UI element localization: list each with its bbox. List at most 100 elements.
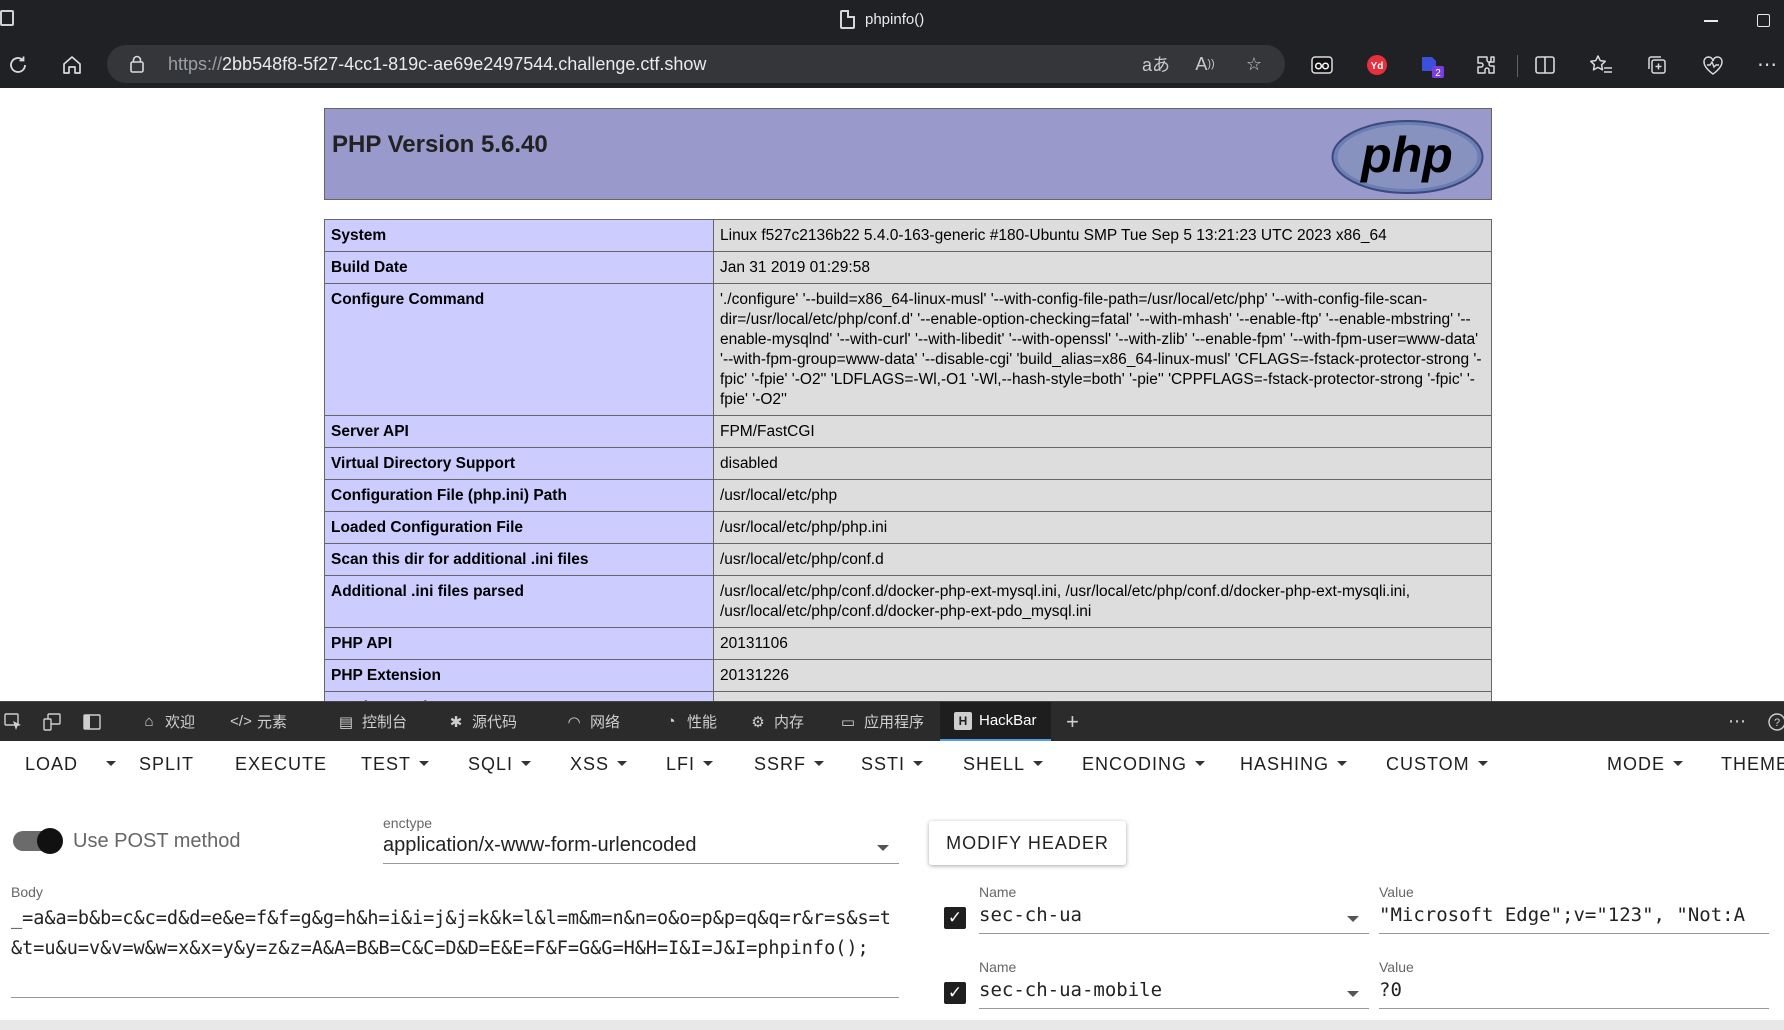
info-row: Zend Extension220131226 <box>324 691 1492 701</box>
chevron-down-icon <box>1195 760 1206 766</box>
svg-text:php: php <box>1359 127 1453 183</box>
mode-menu[interactable]: MODE <box>1607 754 1683 780</box>
enctype-value: application/x-www-form-urlencoded <box>383 834 697 856</box>
devtools-tab-label: 性能 <box>687 714 718 731</box>
devtools-tab-strip: ⌂ 欢迎 </> 元素 ▤ 控制台 ✱ 源代码 ◠ 网络 ◔ 性能 ⚙ 内存 ▭ 应用程序 H HackBar +… <box>0 701 1784 741</box>
info-value: 20131226 <box>713 659 1492 692</box>
shell-menu[interactable]: SHELL <box>963 754 1044 780</box>
devtools-tab[interactable]: ✱ 源代码 <box>447 702 517 741</box>
extension-puzzle-badge-icon[interactable]: 2 <box>1416 49 1448 81</box>
more-menu-icon[interactable]: ⋯ <box>1751 49 1783 81</box>
bottom-strip <box>0 1020 1784 1030</box>
info-value: 20131106 <box>713 627 1492 660</box>
header-value-input[interactable]: "Microsoft Edge";v="123", "Not:A <box>1379 904 1769 934</box>
enctype-select[interactable]: application/x-www-form-urlencoded <box>383 834 899 864</box>
browser-essentials-icon[interactable] <box>1697 49 1729 81</box>
header-value-label: Value <box>1379 884 1414 900</box>
load-button[interactable]: LOAD <box>25 754 78 780</box>
page-content: PHP Version 5.6.40 php System Linux f527c… <box>0 88 1784 701</box>
sqli-menu[interactable]: SQLI <box>468 754 532 780</box>
split-button[interactable]: SPLIT <box>139 754 194 780</box>
execute-button[interactable]: EXECUTE <box>235 754 327 780</box>
ssti-menu[interactable]: SSTI <box>861 754 924 780</box>
header-name-select[interactable]: sec-ch-ua-mobile <box>979 979 1369 1009</box>
hashing-menu[interactable]: HASHING <box>1240 754 1348 780</box>
extension-yd-icon[interactable]: Yd <box>1361 49 1393 81</box>
add-tab-icon[interactable]: + <box>1066 702 1079 741</box>
theme-menu[interactable]: THEME <box>1721 754 1784 780</box>
chevron-down-icon <box>106 760 116 766</box>
modify-header-button[interactable]: MODIFY HEADER <box>929 821 1126 865</box>
header-value-input[interactable]: ?0 <box>1379 979 1769 1009</box>
extension-glasses-icon[interactable] <box>1306 49 1338 81</box>
inspect-element-icon[interactable] <box>3 702 23 741</box>
devtools-tab[interactable]: </> 元素 <box>230 702 288 741</box>
body-textarea[interactable]: _=a&a=b&b=c&c=d&d=e&e=f&f=g&g=h&h=i&i=j&… <box>11 904 899 998</box>
info-key: Scan this dir for additional .ini files <box>324 543 714 576</box>
test-menu[interactable]: TEST <box>361 754 430 780</box>
devtools-tab[interactable]: ◠ 网络 <box>565 702 620 741</box>
devtools-tab-label: 元素 <box>257 714 288 731</box>
info-row: Server API FPM/FastCGI <box>324 415 1492 448</box>
header-checkbox[interactable]: ✓ <box>944 907 966 929</box>
devtools-tab[interactable]: ⌂ 欢迎 <box>140 702 195 741</box>
header-name-label: Name <box>979 959 1017 975</box>
info-value: /usr/local/etc/php <box>713 479 1492 512</box>
extensions-icon[interactable] <box>1470 49 1502 81</box>
favorite-star-icon[interactable]: ☆ <box>1240 50 1268 78</box>
hackbar-menu: LOAD SPLIT EXECUTE TEST SQLI XSS LFI SSR… <box>0 741 1784 791</box>
ssrf-menu[interactable]: SSRF <box>754 754 825 780</box>
header-name-select[interactable]: sec-ch-ua <box>979 904 1369 934</box>
info-value: /usr/local/etc/php/conf.d <box>713 543 1492 576</box>
help-icon[interactable]: ? <box>1768 702 1784 741</box>
php-info-table: System Linux f527c2136b22 5.4.0-163-gener… <box>324 219 1492 701</box>
info-row: Configuration File (php.ini) Path/usr/lo… <box>324 479 1492 512</box>
chevron-down-icon <box>521 760 532 766</box>
hackbar-icon: H <box>954 711 972 730</box>
home-icon[interactable] <box>56 49 88 81</box>
load-dropdown[interactable] <box>98 754 116 780</box>
encoding-menu[interactable]: ENCODING <box>1082 754 1206 780</box>
translate-icon[interactable]: aあ <box>1142 50 1170 78</box>
post-method-label: Use POST method <box>73 830 241 852</box>
info-key: Additional .ini files parsed <box>324 575 714 628</box>
devtools-tab[interactable]: ▭ 应用程序 <box>839 702 924 741</box>
read-aloud-icon[interactable]: A)) <box>1191 50 1219 78</box>
header-name-label: Name <box>979 884 1017 900</box>
info-key: Loaded Configuration File <box>324 511 714 544</box>
post-method-toggle[interactable] <box>13 828 63 854</box>
devtools-more-icon[interactable]: ⋯ <box>1728 702 1746 741</box>
custom-menu[interactable]: CUSTOM <box>1386 754 1488 780</box>
devtools-tab[interactable]: ⚙ 内存 <box>749 702 804 741</box>
dock-panel-icon[interactable] <box>83 702 101 741</box>
header-value-label: Value <box>1379 959 1414 975</box>
info-value: /usr/local/etc/php/php.ini <box>713 511 1492 544</box>
devtools-tab-label: 控制台 <box>362 714 408 731</box>
xss-menu[interactable]: XSS <box>570 754 628 780</box>
device-emulation-icon[interactable] <box>42 702 62 741</box>
favorites-icon[interactable] <box>1585 49 1617 81</box>
url-text[interactable]: https://2bb548f8-5f27-4cc1-819c-ae69e249… <box>168 54 706 75</box>
split-screen-icon[interactable] <box>1529 49 1561 81</box>
lfi-menu[interactable]: LFI <box>666 754 714 780</box>
lock-icon[interactable] <box>129 55 145 73</box>
address-bar[interactable]: https://2bb548f8-5f27-4cc1-819c-ae69e249… <box>107 45 1285 83</box>
refresh-icon[interactable] <box>2 49 34 81</box>
collections-icon[interactable] <box>1641 49 1673 81</box>
minimize-button[interactable] <box>1696 12 1726 30</box>
info-row: Build Date Jan 31 2019 01:29:58 <box>324 251 1492 284</box>
header-checkbox[interactable]: ✓ <box>944 982 966 1004</box>
php-version-header: PHP Version 5.6.40 php <box>324 108 1492 200</box>
php-logo: php <box>1331 120 1484 194</box>
tab-actions-icon[interactable] <box>0 10 14 26</box>
devtools-tab[interactable]: ▤ 控制台 <box>337 702 407 741</box>
maximize-button[interactable] <box>1752 12 1776 30</box>
window-title-text: phpinfo() <box>865 11 925 28</box>
home-icon: ⌂ <box>144 713 154 730</box>
devtools-tab[interactable]: ◔ 性能 <box>662 702 717 741</box>
devtools-tab-label: 网络 <box>590 714 621 731</box>
php-version-title: PHP Version 5.6.40 <box>332 131 548 158</box>
toggle-knob <box>37 828 63 854</box>
browser-toolbar: https://2bb548f8-5f27-4cc1-819c-ae69e249… <box>0 41 1784 88</box>
devtools-tab[interactable]: H HackBar <box>940 702 1051 741</box>
